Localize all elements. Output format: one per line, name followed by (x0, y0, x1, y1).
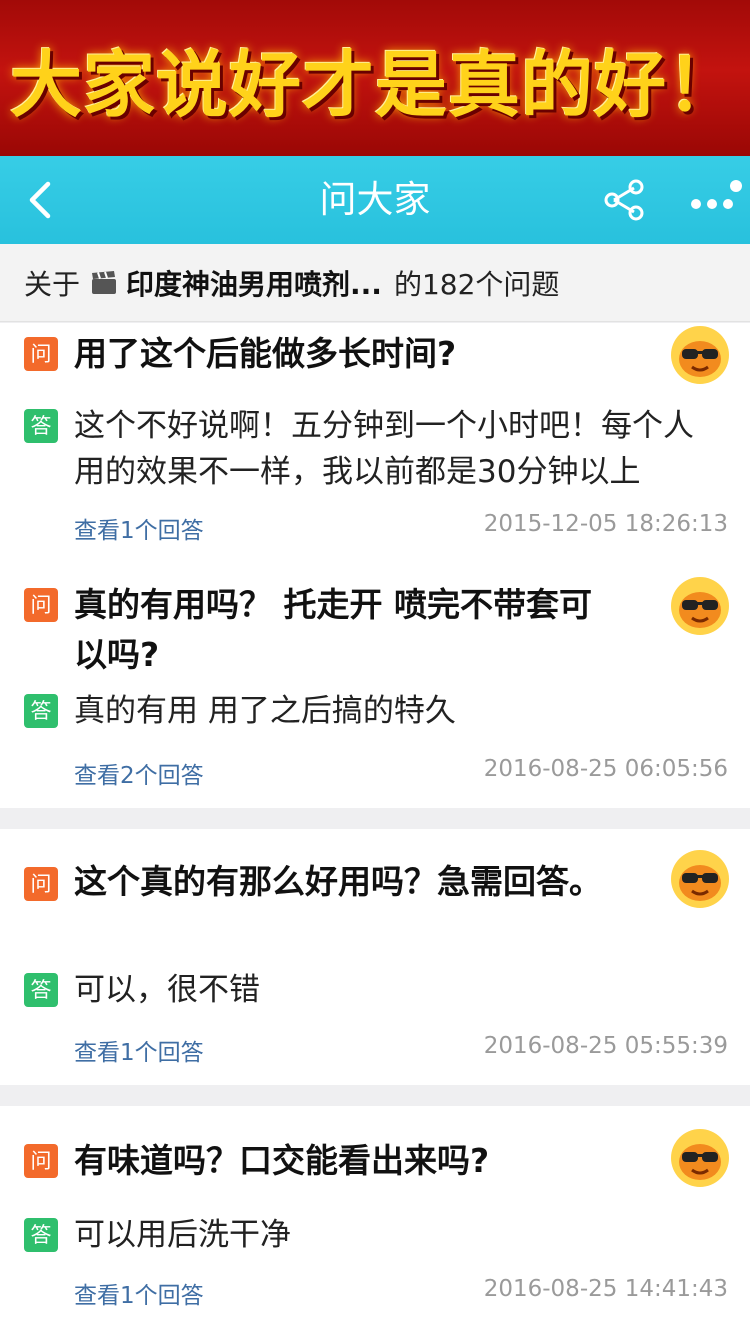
sunglasses-avatar-icon[interactable] (670, 325, 730, 385)
question-badge: 问 (24, 1144, 58, 1178)
question-card[interactable]: 问 这个真的有那么好用吗？急需回答。 答 可以，很不错 查看1个回答 2016-… (0, 829, 750, 1085)
question-badge: 问 (24, 337, 58, 371)
question-card[interactable]: 问 有味道吗？口交能看出来吗? 答 可以用后洗干净 查看1个回答 2016-08… (0, 1106, 750, 1321)
question-count-header: 关于 印度神油男用喷剂... 的182个问题 (0, 244, 750, 322)
question-timestamp: 2016-08-25 14:41:43 (483, 1276, 728, 1302)
sunglasses-avatar-icon[interactable] (670, 849, 730, 909)
product-name-link[interactable]: 印度神油男用喷剂... (126, 263, 382, 303)
answer-text: 可以用后洗干净 (74, 1217, 291, 1253)
share-icon[interactable] (600, 176, 648, 224)
question-badge: 问 (24, 867, 58, 901)
question-timestamp: 2015-12-05 18:26:13 (483, 511, 728, 537)
answer-text: 这个不好说啊！五分钟到一个小时吧！每个人用的效果不一样，我以前都是30分钟以上 (74, 408, 694, 490)
question-timestamp: 2016-08-25 06:05:56 (483, 756, 728, 782)
question-text: 这个真的有那么好用吗？急需回答。 (74, 862, 602, 901)
subheader-prefix: 关于 (24, 267, 81, 301)
sunglasses-avatar-icon[interactable] (670, 576, 730, 636)
sunglasses-avatar-icon[interactable] (670, 1128, 730, 1188)
question-text: 真的有用吗？ 托走开 喷完不带套可以吗? (74, 585, 592, 674)
answer-badge: 答 (24, 973, 58, 1007)
question-count: 的182个问题 (393, 267, 560, 301)
view-answers-link[interactable]: 查看2个回答 (74, 756, 204, 790)
answer-badge: 答 (24, 694, 58, 728)
question-timestamp: 2016-08-25 05:55:39 (483, 1033, 728, 1059)
promo-banner: 大家说好才是真的好！ (0, 0, 750, 156)
banner-text: 大家说好才是真的好！ (9, 42, 740, 127)
question-card[interactable]: 问 真的有用吗？ 托走开 喷完不带套可以吗? 答 真的有用 用了之后搞的特久 查… (0, 566, 750, 808)
question-text: 用了这个后能做多长时间? (74, 334, 457, 373)
view-answers-link[interactable]: 查看1个回答 (74, 1033, 204, 1067)
question-card[interactable]: 问 用了这个后能做多长时间? 答 这个不好说啊！五分钟到一个小时吧！每个人用的效… (0, 323, 750, 566)
answer-badge: 答 (24, 1218, 58, 1252)
view-answers-link[interactable]: 查看1个回答 (74, 1276, 204, 1310)
view-answers-link[interactable]: 查看1个回答 (74, 511, 204, 545)
answer-badge: 答 (24, 409, 58, 443)
more-dots-icon[interactable] (686, 176, 742, 224)
answer-text: 可以，很不错 (74, 972, 260, 1008)
question-text: 有味道吗？口交能看出来吗? (74, 1141, 490, 1180)
answer-text: 真的有用 用了之后搞的特久 (74, 693, 456, 729)
navbar: 问大家 (0, 156, 750, 244)
question-badge: 问 (24, 588, 58, 622)
clapperboard-icon (92, 270, 117, 294)
